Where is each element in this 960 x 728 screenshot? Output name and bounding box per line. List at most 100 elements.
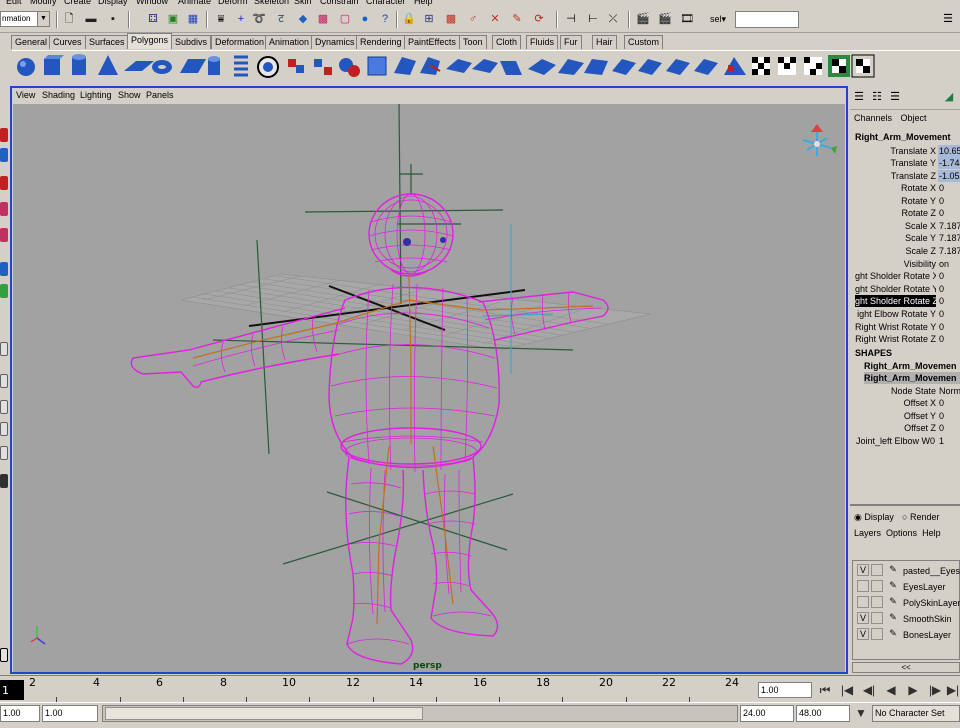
attr-row[interactable]: Node StateNorma bbox=[850, 385, 960, 397]
radio-display[interactable]: ◉ Display bbox=[854, 512, 894, 523]
menu-set-dropdown[interactable]: nmation ▼ bbox=[0, 11, 50, 27]
lasso-tool-icon[interactable] bbox=[0, 148, 8, 162]
attr-row[interactable]: Visibility on bbox=[850, 258, 960, 270]
attr-row[interactable]: Offset Y0 bbox=[850, 410, 960, 422]
snap-view-icon[interactable]: ✕ bbox=[488, 12, 502, 26]
selection-input[interactable] bbox=[735, 11, 799, 28]
shelf-tab-general[interactable]: General bbox=[11, 35, 52, 49]
layer-color-icon[interactable]: ✎ bbox=[887, 564, 899, 576]
menu-lighting[interactable]: Lighting bbox=[80, 90, 112, 100]
input-ops-icon[interactable]: ⊣ bbox=[564, 12, 578, 26]
render-globals-icon[interactable]: 🎞 bbox=[680, 12, 694, 26]
attr-row[interactable]: Translate X 10.65 bbox=[850, 145, 960, 157]
menu-panels[interactable]: Panels bbox=[146, 90, 174, 100]
attr-row[interactable]: ght Sholder Rotate X0 bbox=[850, 270, 960, 282]
layer-visibility-toggle[interactable]: V bbox=[857, 612, 869, 624]
shelf-tab-animation[interactable]: Animation bbox=[265, 35, 314, 49]
layer-color-icon[interactable]: ✎ bbox=[887, 612, 899, 624]
attr-row[interactable]: Rotate X0 bbox=[850, 182, 960, 194]
step-back-key-icon[interactable]: ◀| bbox=[860, 681, 878, 699]
rotate-tool-icon[interactable] bbox=[0, 202, 8, 216]
menu-show[interactable]: Show bbox=[118, 90, 141, 100]
shelf-tab-curves[interactable]: Curves bbox=[49, 35, 86, 49]
shelf-tab-painteffects[interactable]: PaintEffects bbox=[404, 35, 460, 49]
shelf-tab-fluids[interactable]: Fluids bbox=[526, 35, 559, 49]
shelf-tab-deformation[interactable]: Deformation bbox=[211, 35, 269, 49]
snap-point-icon[interactable]: ♂ bbox=[466, 12, 480, 26]
layer-scroll-button[interactable]: << bbox=[852, 662, 960, 673]
pick-icon[interactable]: + bbox=[234, 12, 248, 26]
scale-tool-icon[interactable] bbox=[0, 228, 8, 242]
shelf-tab-subdivs[interactable]: Subdivs bbox=[171, 35, 212, 49]
attr-row[interactable]: Right Wrist Rotate Z0 bbox=[850, 333, 960, 345]
shelf-tab-rendering[interactable]: Rendering bbox=[356, 35, 406, 49]
radio-render[interactable]: ○ Render bbox=[902, 512, 939, 522]
shape-item[interactable]: Right_Arm_Movemen bbox=[864, 360, 960, 372]
chevron-down-icon[interactable]: ▼ bbox=[852, 704, 870, 722]
layout-hypershade-icon[interactable] bbox=[0, 474, 8, 488]
layer-visibility-toggle[interactable] bbox=[857, 596, 869, 608]
current-frame-input[interactable]: 1.00 bbox=[758, 682, 812, 698]
tab-channels[interactable]: Channels bbox=[854, 113, 892, 123]
layout-outliner-icon[interactable] bbox=[0, 422, 8, 436]
shelf-tab-toon[interactable]: Toon bbox=[459, 35, 487, 49]
misc-icon[interactable]: ▢ bbox=[338, 12, 352, 26]
menu-view[interactable]: View bbox=[16, 90, 35, 100]
magnet-icon[interactable]: ⟳ bbox=[532, 12, 546, 26]
render-frame-icon[interactable]: 🎬 bbox=[636, 12, 650, 26]
layout-single-icon[interactable] bbox=[0, 342, 8, 356]
menu-layers[interactable]: Layers bbox=[854, 528, 881, 538]
attr-row[interactable]: Rotate Y0 bbox=[850, 195, 960, 207]
layout-two-icon[interactable] bbox=[0, 400, 8, 414]
node-name[interactable]: Right_Arm_Movement bbox=[855, 132, 951, 142]
move-tool-icon[interactable] bbox=[0, 176, 8, 190]
layer-editor-icon[interactable]: ☷ bbox=[870, 90, 884, 104]
layer-color-icon[interactable]: ✎ bbox=[887, 628, 899, 640]
attr-row[interactable]: ght Sholder Rotate Y0 bbox=[850, 283, 960, 295]
select-object-icon[interactable]: ▣ bbox=[166, 12, 180, 26]
soft-mod-tool-icon[interactable] bbox=[0, 284, 8, 298]
end-time-input[interactable]: 48.00 bbox=[796, 705, 850, 722]
character-set-dropdown[interactable]: No Character Set bbox=[872, 705, 960, 722]
save-scene-icon[interactable]: ▪ bbox=[106, 12, 120, 26]
layer-template-toggle[interactable] bbox=[871, 628, 883, 640]
attr-row[interactable]: Offset X0 bbox=[850, 397, 960, 409]
go-to-start-icon[interactable]: ⏮ bbox=[816, 681, 834, 699]
step-back-icon[interactable]: |◀ bbox=[838, 681, 856, 699]
layer-row[interactable]: V ✎ pasted__EyesL bbox=[855, 564, 960, 579]
perspective-view[interactable]: persp bbox=[13, 104, 845, 672]
lock-icon[interactable]: 🔒 bbox=[402, 12, 416, 26]
attr-row-selected[interactable]: ght Sholder Rotate Z0 bbox=[850, 295, 960, 307]
layer-template-toggle[interactable] bbox=[871, 612, 883, 624]
select-hierarchy-icon[interactable]: ⚃ bbox=[146, 12, 160, 26]
toggle-panel-icon[interactable]: ☰ bbox=[938, 12, 958, 26]
range-end-input[interactable]: 24.00 bbox=[740, 705, 794, 722]
layout-graph-icon[interactable] bbox=[0, 446, 8, 460]
select-component-icon[interactable]: ▦ bbox=[186, 12, 200, 26]
construction-history-icon[interactable]: ⤫ bbox=[606, 12, 620, 26]
attr-row[interactable]: Scale Y 7.187 bbox=[850, 232, 960, 244]
attr-row[interactable]: Rotate Z0 bbox=[850, 207, 960, 219]
attr-row[interactable]: Scale Z 7.187 bbox=[850, 245, 960, 257]
rotate-icon[interactable]: ट bbox=[274, 12, 288, 26]
play-forwards-icon[interactable]: ▶ bbox=[904, 681, 922, 699]
layer-color-icon[interactable]: ✎ bbox=[887, 580, 899, 592]
layer-visibility-toggle[interactable]: V bbox=[857, 628, 869, 640]
snap-live-icon[interactable]: ✎ bbox=[510, 12, 524, 26]
shelf-tab-surfaces[interactable]: Surfaces bbox=[85, 35, 129, 49]
layer-row[interactable]: ✎ PolySkinLayer bbox=[855, 596, 960, 611]
play-backwards-icon[interactable]: ◀ bbox=[882, 681, 900, 699]
ipr-render-icon[interactable]: 🎬 bbox=[658, 12, 672, 26]
step-forward-key-icon[interactable]: |▶ bbox=[926, 681, 944, 699]
attr-row[interactable]: ight Elbow Rotate Y0 bbox=[850, 308, 960, 320]
manipulator-tool-icon[interactable] bbox=[0, 262, 8, 276]
new-scene-icon[interactable]: 🗋 bbox=[62, 12, 76, 26]
attr-row[interactable]: Right Wrist Rotate Y0 bbox=[850, 321, 960, 333]
open-scene-icon[interactable]: ▬ bbox=[84, 12, 98, 26]
curve-icon[interactable]: ➰ bbox=[252, 12, 266, 26]
snap-grid-icon[interactable]: ⊞ bbox=[422, 12, 436, 26]
layer-visibility-toggle[interactable]: V bbox=[857, 564, 869, 576]
shelf-tab-dynamics[interactable]: Dynamics bbox=[311, 35, 359, 49]
layout-four-icon[interactable] bbox=[0, 374, 8, 388]
shelf-tab-hair[interactable]: Hair bbox=[592, 35, 617, 49]
